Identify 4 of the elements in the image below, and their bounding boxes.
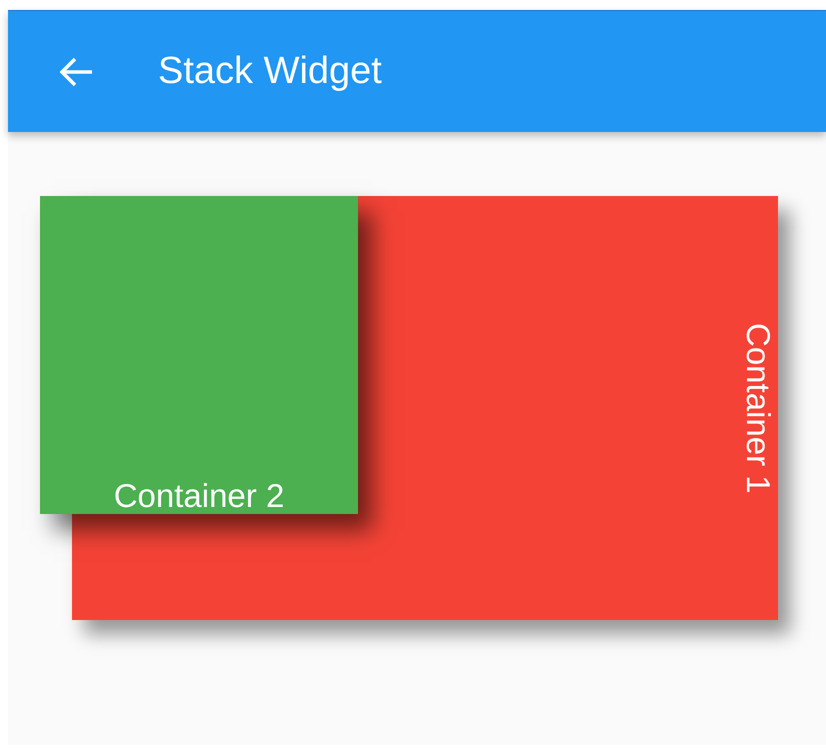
back-arrow-icon bbox=[59, 56, 93, 86]
container-label: Container 1 bbox=[740, 322, 776, 494]
app-bar-title: Stack Widget bbox=[158, 50, 382, 93]
container-label: Container 2 bbox=[114, 478, 284, 514]
